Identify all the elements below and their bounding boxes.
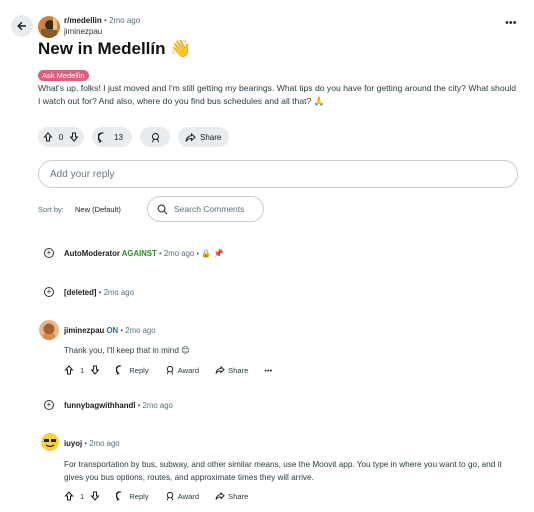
award-button[interactable] — [140, 127, 170, 147]
avatar[interactable] — [40, 432, 60, 452]
avatar[interactable] — [39, 320, 59, 340]
comment-header: AutoModerator AGAINST • 2mo ago • 🔒 📌 — [64, 249, 223, 258]
comment-time: • 2mo ago — [98, 288, 134, 297]
share-icon — [215, 365, 225, 374]
pin-icon: 📌 — [213, 249, 224, 258]
comment-body: For transportation by bus, subway, and o… — [64, 460, 502, 482]
award-button[interactable]: Award — [165, 491, 199, 501]
comment-icon — [116, 491, 122, 501]
reply-button[interactable]: Reply — [116, 491, 149, 501]
comment-header: funnybagwithhandl • 2mo ago — [64, 401, 173, 410]
award-label: Award — [177, 491, 200, 501]
comment-body: Thank you, I'll keep that in mind 😊 — [64, 346, 190, 355]
author-flair: AGAINST — [121, 249, 157, 258]
author-flair: ON — [106, 326, 119, 335]
comment-header: iuyoj • 2mo ago — [64, 439, 120, 448]
share-button[interactable]: Share — [215, 491, 248, 501]
award-icon — [151, 132, 159, 142]
post-time: • 2mo ago — [104, 16, 141, 25]
back-button[interactable] — [11, 15, 33, 37]
comment-time: • 2mo ago — [137, 401, 173, 410]
comment-icon — [116, 365, 122, 375]
downvote-icon[interactable] — [90, 491, 100, 501]
reply-label: Reply — [129, 365, 149, 375]
search-icon — [157, 204, 168, 214]
post-title: New in Medellín 👋 — [38, 39, 192, 58]
comment-author: [deleted] — [64, 288, 97, 297]
search-placeholder: Search Comments — [174, 204, 245, 214]
downvote-icon[interactable] — [69, 132, 79, 142]
award-icon — [166, 365, 173, 375]
expand-comment-icon[interactable]: + — [44, 248, 54, 258]
sort-dropdown[interactable]: New (Default) — [75, 205, 121, 214]
share-label: Share — [228, 491, 249, 501]
arrow-left-icon — [17, 21, 26, 31]
reply-label: Reply — [129, 491, 149, 501]
post-body: What's up, folks! I just moved and I'm s… — [38, 83, 517, 106]
award-icon — [166, 491, 173, 501]
post-vote-count: 0 — [58, 132, 64, 142]
comment-author[interactable]: jiminezpau — [64, 326, 104, 335]
comment-count: 13 — [114, 132, 123, 142]
expand-comment-icon[interactable]: + — [44, 287, 54, 297]
comment-time: • 2mo ago — [120, 326, 156, 335]
award-button[interactable]: Award — [165, 365, 199, 375]
upvote-icon[interactable] — [43, 132, 53, 142]
search-comments-input[interactable]: Search Comments — [147, 196, 264, 222]
sort-label: Sort by: — [38, 205, 64, 214]
comment-actions: 1 Reply Award Share — [64, 491, 264, 501]
comment-actions: 1 Reply Award Share ••• — [64, 365, 288, 375]
reply-input[interactable]: Add your reply — [38, 160, 518, 188]
share-icon — [185, 132, 196, 142]
more-options-icon[interactable]: ••• — [264, 366, 272, 375]
share-button[interactable]: Share — [215, 365, 248, 375]
vote-control: 1 — [64, 365, 100, 375]
comment-header: jiminezpau ON • 2mo ago — [64, 326, 156, 335]
comment-icon — [98, 131, 104, 143]
upvote-icon[interactable] — [64, 491, 74, 501]
downvote-icon[interactable] — [90, 365, 100, 375]
reply-button[interactable]: Reply — [116, 365, 149, 375]
comment-author[interactable]: AutoModerator — [64, 249, 120, 258]
post-author[interactable]: jiminezpau — [64, 27, 102, 36]
share-icon — [215, 491, 225, 500]
vote-control: 0 — [38, 127, 84, 147]
comment-header: [deleted] • 2mo ago — [64, 288, 134, 297]
vote-control: 1 — [64, 491, 100, 501]
lock-icon: 🔒 — [201, 249, 212, 258]
comment-time: • 2mo ago • — [159, 249, 200, 258]
upvote-icon[interactable] — [64, 365, 74, 375]
comment-time: • 2mo ago — [84, 439, 120, 448]
comment-author[interactable]: iuyoj — [64, 439, 82, 448]
share-label: Share — [200, 132, 222, 142]
subreddit-avatar[interactable] — [38, 16, 60, 38]
share-button[interactable]: Share — [178, 127, 229, 147]
share-label: Share — [228, 365, 249, 375]
comments-button[interactable]: 13 — [92, 127, 132, 147]
more-options-icon[interactable]: ••• — [505, 17, 517, 29]
vote-count: 1 — [80, 365, 85, 375]
award-label: Award — [177, 365, 200, 375]
post-flair[interactable]: Ask Medellin — [38, 70, 89, 81]
vote-count: 1 — [80, 491, 85, 501]
post-subreddit[interactable]: r/medellin • 2mo ago — [64, 16, 140, 25]
comment-author[interactable]: funnybagwithhandl — [64, 401, 135, 410]
expand-comment-icon[interactable]: + — [44, 400, 54, 410]
